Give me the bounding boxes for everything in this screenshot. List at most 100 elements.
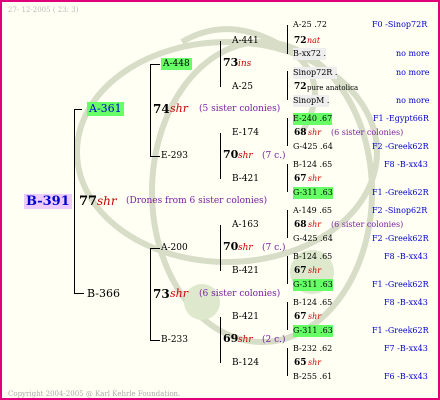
gen4-id[interactable]: G-311 .63 <box>293 279 333 291</box>
gen4-id[interactable]: B-124 .65 <box>293 251 332 263</box>
gen2-id[interactable]: B-233 <box>161 334 188 346</box>
connector <box>150 248 160 249</box>
connector-gen4 <box>287 302 288 330</box>
connector-gen4 <box>287 348 288 376</box>
gen4-id[interactable]: B-255 .61 <box>293 371 332 383</box>
connector-gen3 <box>220 317 221 363</box>
gen4-id[interactable]: G-425 .64 <box>293 233 333 245</box>
gen3-year: 67 <box>294 174 307 184</box>
connector-gen2 <box>150 248 151 340</box>
footer-copyright: Copyright 2004-2005 @ Karl Kehrle Founda… <box>8 390 181 398</box>
connector-gen3 <box>220 225 221 271</box>
connector-gen1 <box>74 109 75 293</box>
gen3-year: 65 <box>294 358 307 368</box>
gen3-race: shr <box>308 358 322 367</box>
gen2-year: 70 <box>223 148 239 161</box>
gen3-race: shr <box>308 128 322 137</box>
gen1-race: shr <box>170 102 188 115</box>
gen4-id[interactable]: G-425 .64 <box>293 141 333 153</box>
gen4-ref: F2 -Sinop62R <box>372 206 428 215</box>
connector-gen3 <box>220 133 221 179</box>
gen4-ref: F1 -Greek62R <box>372 326 429 335</box>
connector-gen4 <box>287 164 288 192</box>
gen4-id[interactable]: Sinop72R . <box>293 67 338 79</box>
gen1-id[interactable]: B-366 <box>87 287 120 301</box>
gen3-race: pure anatolica <box>307 84 359 92</box>
gen2-note: (7 c.) <box>262 151 286 161</box>
gen4-ref: F2 -Greek62R <box>372 142 429 151</box>
gen1-id[interactable]: A-361 <box>87 102 124 116</box>
gen2-id[interactable]: E-293 <box>161 150 188 162</box>
gen4-ref: no more <box>396 96 430 105</box>
connector-gen2 <box>150 64 151 156</box>
gen4-id[interactable]: G-311 .63 <box>293 187 333 199</box>
gen2-id[interactable]: A-448 <box>161 58 192 70</box>
gen4-id[interactable]: A-149 .65 <box>293 205 332 217</box>
gen1-note: (6 sister colonies) <box>199 289 281 299</box>
gen3-note: (6 sister colonies) <box>331 128 404 137</box>
gen3-year: 72 <box>294 82 307 92</box>
gen4-ref: F8 -B-xx43 <box>384 160 428 169</box>
gen4-id[interactable]: A-25 .72 <box>293 19 327 31</box>
root-race: shr <box>97 194 117 208</box>
connector <box>74 109 82 110</box>
gen3-year: 68 <box>294 220 307 230</box>
gen4-ref: F0 -Sinop72R <box>372 20 428 29</box>
gen3-race: shr <box>308 312 322 321</box>
connector-gen3 <box>220 41 221 87</box>
gen3-year: 72 <box>294 36 307 46</box>
root-year: 77 <box>79 194 98 209</box>
gen4-id[interactable]: B-xx72 . <box>293 48 327 60</box>
gen3-id[interactable]: B-421 <box>232 173 259 185</box>
connector-gen4 <box>287 118 288 146</box>
connector-gen4 <box>287 256 288 284</box>
gen2-race: ins <box>238 59 252 69</box>
gen4-ref: no more <box>396 68 430 77</box>
gen3-race: shr <box>308 174 322 183</box>
gen2-race: shr <box>238 243 253 253</box>
gen3-year: 68 <box>294 128 307 138</box>
gen1-note: (5 sister colonies) <box>199 104 281 114</box>
connector-gen4 <box>287 210 288 238</box>
gen4-id[interactable]: SinopM . <box>293 95 330 107</box>
header-date: 27- 12-2005 ( 23: 3) <box>8 6 79 14</box>
gen3-race: shr <box>308 220 322 229</box>
gen4-ref: F1 -Egypt66R <box>373 114 429 123</box>
connector <box>150 156 160 157</box>
gen4-id[interactable]: B-232 .62 <box>293 343 332 355</box>
gen3-id[interactable]: A-163 <box>232 219 259 231</box>
gen4-ref: F6 -B-xx43 <box>384 372 428 381</box>
gen1-year: 73 <box>153 287 170 301</box>
gen3-race: shr <box>308 266 322 275</box>
gen2-race: shr <box>238 151 253 161</box>
gen3-id[interactable]: B-421 <box>232 311 259 323</box>
gen4-ref: F2 -Greek62R <box>372 234 429 243</box>
connector-gen4 <box>287 71 288 100</box>
root-note: (Drones from 6 sister colonies) <box>126 196 268 206</box>
gen2-id[interactable]: A-200 <box>161 242 188 254</box>
gen3-id[interactable]: B-124 <box>232 357 259 369</box>
gen2-note: (7 c.) <box>262 243 286 253</box>
gen4-ref: F8 -B-xx43 <box>384 298 428 307</box>
gen3-id[interactable]: B-421 <box>232 265 259 277</box>
gen4-ref: F8 -B-xx43 <box>384 252 428 261</box>
gen2-year: 70 <box>223 240 239 253</box>
pedigree-frame: 27- 12-2005 ( 23: 3) B-391 77 shr (Drone… <box>0 0 440 400</box>
connector-gen4 <box>287 25 288 54</box>
gen4-ref: no more <box>396 49 430 58</box>
gen3-id[interactable]: A-25 <box>232 81 253 93</box>
gen3-id[interactable]: A-441 <box>232 35 259 47</box>
gen2-year: 69 <box>223 332 239 345</box>
gen4-id[interactable]: G-311 .63 <box>293 325 333 337</box>
gen3-id[interactable]: E-174 <box>232 127 259 139</box>
connector <box>74 293 84 294</box>
connector <box>150 340 160 341</box>
gen4-id[interactable]: B-124 .65 <box>293 159 332 171</box>
gen1-year: 74 <box>153 102 170 116</box>
gen4-id[interactable]: E-240 .67 <box>293 113 333 125</box>
gen4-id[interactable]: B-124 .65 <box>293 297 332 309</box>
gen3-year: 67 <box>294 312 307 322</box>
root-id[interactable]: B-391 <box>24 194 72 209</box>
gen3-note: (6 sister colonies) <box>331 220 404 229</box>
connector <box>150 64 160 65</box>
